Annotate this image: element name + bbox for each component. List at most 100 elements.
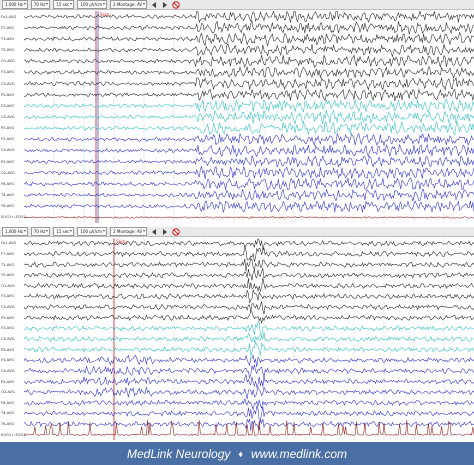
eeg-trace xyxy=(24,385,474,400)
channel-label: F7-AVG xyxy=(1,251,15,256)
no-entry-icon[interactable] xyxy=(172,0,180,9)
eeg-trace xyxy=(24,238,474,251)
sensitivity-select[interactable]: 100 µV/cm xyxy=(77,227,108,236)
eeg-traces-bottom: Seizu xyxy=(24,238,474,440)
eeg-panel-top: 1,000 Hz 70 Hz 15 sec 100 µV/cm 2 Montag… xyxy=(0,0,474,225)
channel-label: O1-AVG xyxy=(1,59,15,64)
eeg-trace xyxy=(24,311,474,324)
channel-label: C3-AVG xyxy=(1,305,15,310)
eeg-trace xyxy=(24,332,474,343)
channel-label: O2-AVG xyxy=(1,170,15,175)
eeg-trace xyxy=(24,177,474,191)
channel-labels-bottom: Fp1-AVG F7-AVG T3-AVG T5-AVG O1-AVG F3-AVG C3-… xyxy=(0,238,27,442)
channel-label: CZ-AVG xyxy=(1,115,15,119)
toolbar-top: 1,000 Hz 70 Hz 15 sec 100 µV/cm 2 Montag… xyxy=(0,0,474,10)
montage-select[interactable]: 2 Montage: AV xyxy=(110,0,148,9)
eeg-trace xyxy=(24,354,474,368)
channel-label: FZ-AVG xyxy=(1,103,15,108)
channel-label: Fp1-AVG xyxy=(1,241,17,246)
channel-label: T6-AVG xyxy=(1,204,15,209)
eeg-trace xyxy=(24,245,474,262)
timebase-select[interactable]: 15 sec xyxy=(53,0,75,9)
channel-label: P4-AVG xyxy=(1,379,15,384)
channel-label: F3-AVG xyxy=(1,294,15,299)
channel-label: T5-AVG xyxy=(1,273,15,278)
filter-select[interactable]: 70 Hz xyxy=(30,0,51,9)
eeg-trace xyxy=(24,120,474,136)
eeg-trace xyxy=(24,144,474,158)
channel-label: F4-AVG xyxy=(1,358,15,363)
eeg-trace xyxy=(24,398,474,411)
footer-banner: MedLink Neurology ♦ www.medlink.com xyxy=(0,442,474,465)
channel-label: F7-AVG xyxy=(1,25,15,30)
eeg-trace xyxy=(24,88,474,102)
next-icon[interactable] xyxy=(161,228,169,236)
channel-labels-top: Fp1-AVG F7-AVG T3-AVG T5-AVG O1-AVG F3-AVG C3-… xyxy=(0,11,27,225)
eeg-trace xyxy=(24,405,474,421)
channel-label: PZ-AVG xyxy=(1,347,15,352)
channel-label: F8-AVG xyxy=(1,400,15,405)
channel-label: CZ-AVG xyxy=(1,337,15,341)
eeg-trace xyxy=(24,154,474,168)
footer-brand: MedLink Neurology xyxy=(126,446,231,461)
eeg-trace xyxy=(24,54,474,68)
channel-label: C3-AVG xyxy=(1,81,15,86)
channel-label: P4-AVG xyxy=(1,159,15,164)
eeg-trace xyxy=(24,43,474,58)
channel-label: PZ-AVG xyxy=(1,126,15,131)
prev-icon[interactable] xyxy=(150,1,158,9)
channel-label: T3-AVG xyxy=(1,262,15,267)
channel-label: C4-AVG xyxy=(1,368,15,373)
eeg-trace xyxy=(24,20,474,35)
eeg-trace xyxy=(24,364,474,380)
channel-label: FZ-AVG xyxy=(1,326,15,331)
eeg-trace xyxy=(24,109,474,125)
eeg-trace xyxy=(24,76,474,91)
channel-label: F8-AVG xyxy=(1,181,15,186)
channel-label: O2-AVG xyxy=(1,390,15,395)
eeg-traces-top: Seizu xyxy=(24,11,474,223)
eeg-trace xyxy=(24,11,474,24)
channel-label: O1-AVG xyxy=(1,283,15,288)
footer-url[interactable]: www.medlink.com xyxy=(251,447,347,461)
seizure-marker-label: Seizu xyxy=(100,12,111,17)
footer-separator: ♦ xyxy=(238,448,243,459)
timebase-select[interactable]: 15 sec xyxy=(53,227,75,236)
eeg-trace xyxy=(24,31,474,47)
prev-icon[interactable] xyxy=(150,228,158,236)
channel-label: T4-AVG xyxy=(1,411,15,416)
eeg-trace xyxy=(24,419,474,437)
channel-label: Fp1-AVG xyxy=(1,14,17,19)
filter-select[interactable]: 70 Hz xyxy=(30,227,51,236)
next-icon[interactable] xyxy=(161,1,169,9)
montage-select[interactable]: 2 Montage: AV xyxy=(110,227,148,236)
eeg-trace xyxy=(24,267,474,281)
channel-label: F4-AVG xyxy=(1,137,15,142)
eeg-trace xyxy=(24,200,474,214)
eeg-trace xyxy=(24,289,474,304)
channel-label: P3-AVG xyxy=(1,315,15,320)
channel-label: P3-AVG xyxy=(1,92,15,97)
sample-rate-select[interactable]: 1,000 Hz xyxy=(2,227,28,236)
channel-label: C4-AVG xyxy=(1,148,15,153)
channel-label: T3-AVG xyxy=(1,36,15,41)
eeg-trace xyxy=(24,98,474,113)
eeg-trace xyxy=(24,301,474,315)
toolbar-bottom: 1,000 Hz 70 Hz 15 sec 100 µV/cm 2 Montag… xyxy=(0,227,474,237)
sensitivity-select[interactable]: 100 µV/cm xyxy=(77,0,108,9)
eeg-trace xyxy=(24,277,474,293)
seizure-marker-label: Seizu xyxy=(116,239,127,244)
channel-label: F3-AVG xyxy=(1,70,15,75)
eeg-trace xyxy=(24,165,474,180)
eeg-trace xyxy=(24,66,474,80)
no-entry-icon[interactable] xyxy=(172,227,180,236)
eeg-trace xyxy=(24,321,474,338)
channel-label: T6-AVG xyxy=(1,422,15,427)
channel-label: T5-AVG xyxy=(1,48,15,53)
channel-label: T4-AVG xyxy=(1,193,15,198)
eeg-trace xyxy=(24,257,474,272)
eeg-trace xyxy=(24,132,474,147)
sample-rate-select[interactable]: 1,000 Hz xyxy=(2,0,28,9)
eeg-trace xyxy=(24,188,474,202)
eeg-panel-bottom: 1,000 Hz 70 Hz 15 sec 100 µV/cm 2 Montag… xyxy=(0,227,474,442)
